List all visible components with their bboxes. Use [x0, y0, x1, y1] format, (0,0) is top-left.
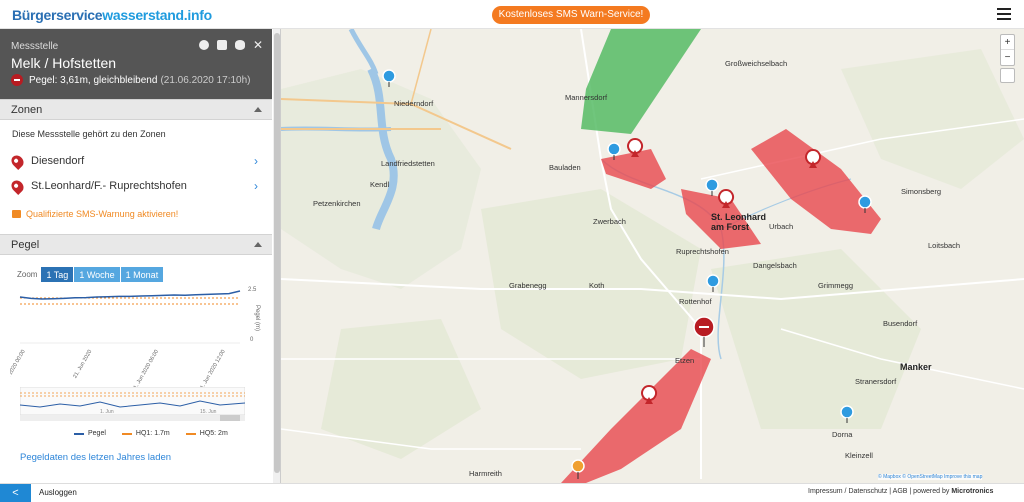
zone-label: Diesendorf: [31, 155, 85, 167]
map-attribution[interactable]: © Mapbox © OpenStreetMap Improve this ma…: [878, 474, 983, 480]
map-place-label: Stranersdorf: [855, 377, 897, 386]
hamburger-menu-icon[interactable]: [997, 8, 1011, 20]
chart-navigator[interactable]: 1. Jun 15. Jun: [20, 387, 245, 422]
map-zoom-control: + −: [1000, 34, 1015, 66]
station-label: Messstelle: [11, 41, 59, 52]
eye-icon[interactable]: [235, 40, 245, 50]
map-place-label: Etzen: [675, 356, 695, 365]
side-panel: Messstelle Melk / Hofstetten Pegel: 3,61…: [0, 29, 281, 483]
legend-pegel[interactable]: Pegel: [74, 430, 106, 437]
station-header: Messstelle Melk / Hofstetten Pegel: 3,61…: [0, 29, 272, 99]
logo-part-1: Bürgerservice: [12, 7, 103, 23]
map-place-label: Niederndorf: [394, 99, 434, 108]
map-place-label: Großweichselbach: [725, 59, 788, 68]
chevron-up-icon: [254, 242, 262, 247]
map-place-label: Simonsberg: [901, 187, 942, 196]
map-place-label: Urbach: [769, 222, 794, 231]
y-axis-label: Pegel (m): [254, 305, 260, 331]
panel-scrollbar[interactable]: [273, 29, 280, 483]
water-level-status-icon: [11, 74, 23, 86]
legend-hq5[interactable]: HQ5: 2m: [185, 430, 228, 437]
navigator-scroll-thumb: [220, 415, 240, 421]
x-tick-label: 21. Jun 2020: [72, 349, 93, 380]
zone-label: St.Leonhard/F.- Ruprechtshofen: [31, 180, 187, 192]
map-place-label: Landfriedstetten: [381, 159, 435, 168]
sms-warn-service-button[interactable]: Kostenloses SMS Warn-Service!: [492, 6, 650, 24]
activate-sms-warning-link[interactable]: Qualifizierte SMS-Warnung aktivieren!: [12, 209, 178, 219]
chevron-up-icon: [254, 107, 262, 112]
top-bar: Bürgerservicewasserstand.info Kostenlose…: [0, 0, 1024, 29]
warning-pin-icon: [9, 152, 26, 170]
map-place-label: Loitsbach: [928, 241, 961, 250]
station-actions: ✕: [199, 39, 263, 51]
chat-icon[interactable]: [217, 40, 227, 50]
zoom-out-button[interactable]: −: [1001, 50, 1014, 65]
zones-title: Zonen: [11, 104, 43, 116]
chart-legend: Pegel HQ1: 1.7m HQ5: 2m: [74, 430, 228, 437]
zones-section-header[interactable]: Zonen: [0, 99, 272, 120]
share-icon[interactable]: <: [0, 484, 31, 502]
microtronics-logo[interactable]: Microtronics: [951, 488, 993, 495]
legend-hq1[interactable]: HQ1: 1.7m: [121, 430, 170, 437]
map-place-label: Kleinzell: [845, 451, 873, 460]
pegel-text: Pegel: 3,61m, gleichbleibend: [29, 74, 158, 86]
load-last-year-link[interactable]: Pegeldaten des letzen Jahres laden: [20, 452, 171, 463]
nav-tick-2: 15. Jun: [200, 409, 217, 415]
nav-tick-1: 1. Jun: [100, 409, 114, 415]
pegel-status: Pegel: 3,61m, gleichbleibend (21.06.2020…: [11, 74, 251, 86]
pegel-chart[interactable]: 2.5 0 Pegel (m) 21. Jun 2020 00:0021. Ju…: [10, 283, 265, 403]
map-place-label: Busendorf: [883, 319, 918, 328]
panel-scroll-thumb[interactable]: [274, 33, 280, 473]
zoom-1-day-button[interactable]: 1 Tag: [41, 267, 74, 282]
zoom-in-button[interactable]: +: [1001, 35, 1014, 50]
sms-link-label: Qualifizierte SMS-Warnung aktivieren!: [26, 209, 179, 219]
red-zone-diesendorf: [601, 149, 666, 189]
map-place-label: Zwerbach: [593, 217, 626, 226]
y-tick-top: 2.5: [248, 287, 257, 293]
map-place-label-st-leonhard: St. Leonhard am Forst: [711, 212, 767, 232]
chevron-right-icon: ›: [254, 154, 258, 168]
close-icon[interactable]: ✕: [253, 39, 263, 51]
map-place-label: Petzenkirchen: [313, 199, 361, 208]
map-place-label: Kendl: [370, 180, 390, 189]
map-place-label: Ruprechtshofen: [676, 247, 729, 256]
zoom-label: Zoom: [17, 270, 38, 279]
zoom-1-month-button[interactable]: 1 Monat: [120, 267, 164, 282]
map-canvas[interactable]: [281, 29, 1024, 483]
station-name: Melk / Hofstetten: [11, 55, 117, 71]
bottom-bar: < Ausloggen Impressum / Datenschutz | AG…: [0, 483, 1024, 502]
map-place-label: Dangelsbach: [753, 261, 797, 270]
zone-item-st-leonhard[interactable]: St.Leonhard/F.- Ruprechtshofen ›: [9, 177, 262, 195]
map-place-label: Koth: [589, 281, 605, 290]
y-tick-bottom: 0: [250, 337, 254, 343]
map-place-label: Dorna: [832, 430, 853, 439]
map-place-label: Bauladen: [549, 163, 581, 172]
navigator-scrollbar: [20, 415, 245, 421]
map-place-label: Mannersdorf: [565, 93, 608, 102]
green-zone: [581, 29, 701, 134]
map-place-label: Rottenhof: [679, 297, 712, 306]
logo-part-2: wasserstand.info: [102, 7, 212, 23]
sms-icon: [12, 210, 21, 218]
warning-pin-icon: [9, 177, 26, 195]
fullscreen-icon[interactable]: [1000, 68, 1015, 83]
map-place-label: Harmreith: [469, 469, 502, 478]
zones-intro: Diese Messstelle gehört zu den Zonen: [12, 129, 166, 139]
map-place-label: Grabenegg: [509, 281, 547, 290]
map-place-label-manker: Manker: [900, 362, 932, 372]
map-place-label: Grimmegg: [818, 281, 854, 290]
pegel-title: Pegel: [11, 239, 40, 251]
chart-zoom-bar: Zoom 1 Tag 1 Woche 1 Monat: [17, 267, 164, 282]
pegel-section-header[interactable]: Pegel: [0, 234, 272, 255]
zoom-1-week-button[interactable]: 1 Woche: [74, 267, 120, 282]
zone-item-diesendorf[interactable]: Diesendorf ›: [9, 152, 262, 170]
footer-links-text[interactable]: Impressum / Datenschutz | AGB | powered …: [808, 488, 949, 495]
map[interactable]: Niederndorf Landfriedstetten Kendl Petze…: [281, 29, 1024, 483]
chevron-right-icon: ›: [254, 179, 258, 193]
logo[interactable]: Bürgerservicewasserstand.info: [12, 7, 212, 23]
footer-links: Impressum / Datenschutz | AGB | powered …: [808, 488, 993, 495]
pegel-time: (21.06.2020 17:10h): [160, 74, 251, 86]
wrench-icon[interactable]: [199, 40, 209, 50]
logout-link[interactable]: Ausloggen: [39, 488, 77, 497]
